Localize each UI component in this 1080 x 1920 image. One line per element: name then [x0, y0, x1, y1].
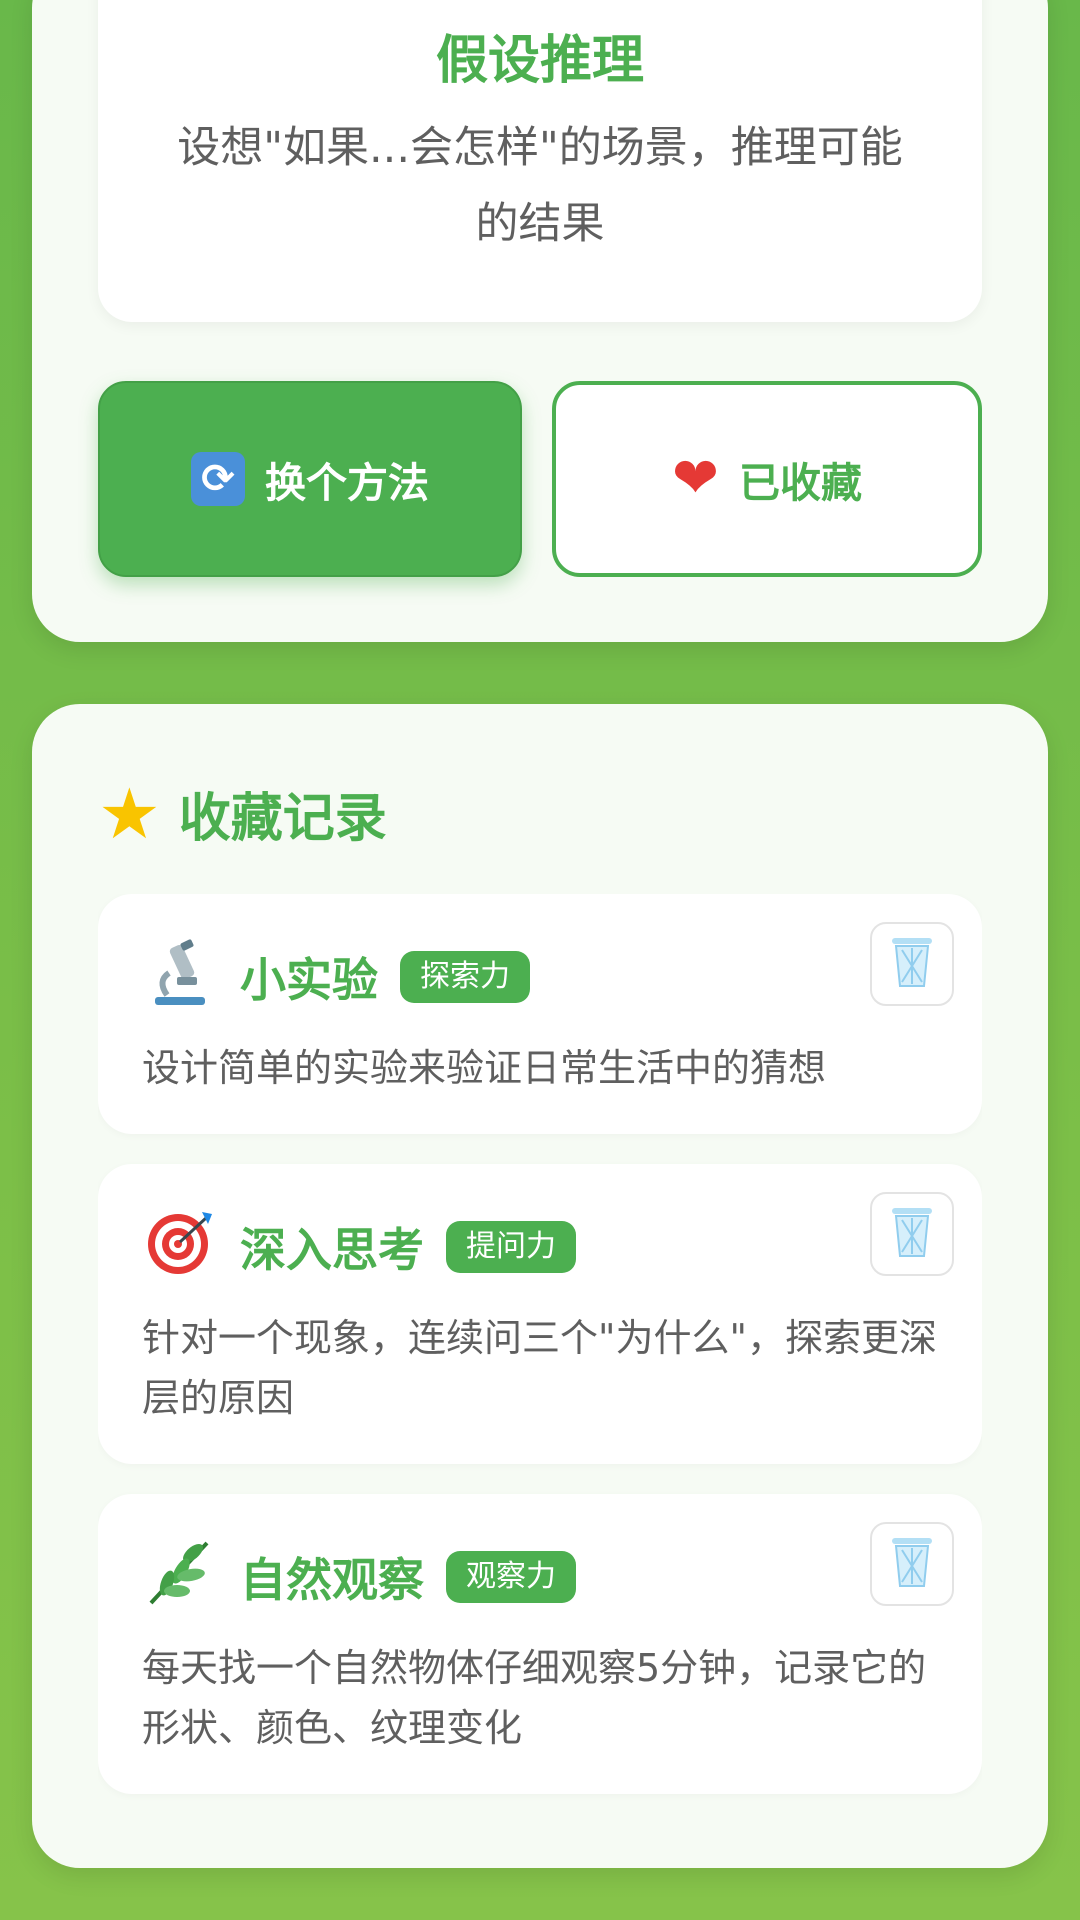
refresh-icon: ⟳ — [191, 452, 245, 506]
delete-button[interactable] — [870, 922, 954, 1006]
delete-button[interactable] — [870, 1192, 954, 1276]
item-description: 针对一个现象，连续问三个"为什么"，探索更深层的原因 — [142, 1316, 937, 1420]
star-icon: ★ — [98, 772, 161, 855]
microscope-icon — [142, 937, 218, 1017]
favorite-button[interactable]: ❤ 已收藏 — [552, 381, 982, 577]
item-name: 小实验 — [240, 953, 378, 1007]
item-header: 深入思考 提问力 — [142, 1212, 938, 1282]
favorites-title: 收藏记录 — [178, 789, 387, 849]
favorites-header: ★ 收藏记录 — [98, 776, 387, 851]
item-tag: 探索力 — [400, 951, 530, 1003]
leaf-icon — [142, 1537, 218, 1617]
favorite-label: 已收藏 — [738, 459, 862, 507]
item-tag: 观察力 — [446, 1551, 576, 1603]
item-name: 深入思考 — [240, 1223, 424, 1277]
item-header: 自然观察 观察力 — [142, 1541, 938, 1612]
item-tag: 提问力 — [446, 1221, 576, 1273]
trash-icon — [888, 1534, 936, 1594]
list-item: 自然观察 观察力 每天找一个自然物体仔细观察5分钟，记录它的形状、颜色、纹理变化 — [98, 1494, 982, 1794]
list-item: 深入思考 提问力 针对一个现象，连续问三个"为什么"，探索更深层的原因 — [98, 1164, 982, 1464]
delete-button[interactable] — [870, 1522, 954, 1606]
method-panel: 假设推理 设想"如果...会怎样"的场景，推理可能的结果 ⟳ 换个方法 ❤ 已收… — [32, 0, 1048, 642]
item-name: 自然观察 — [240, 1553, 424, 1607]
switch-method-label: 换个方法 — [265, 459, 429, 507]
switch-method-button[interactable]: ⟳ 换个方法 — [98, 381, 522, 577]
target-icon — [142, 1208, 218, 1286]
favorites-list[interactable]: 小实验 探索力 设计简单的实验来验证日常生活中的猜想 深入思考 提问力 针对一个… — [98, 894, 982, 1804]
method-title: 假设推理 — [435, 31, 644, 91]
method-description: 设想"如果...会怎样"的场景，推理可能的结果 — [177, 123, 903, 249]
trash-icon — [888, 1204, 936, 1264]
method-card: 假设推理 设想"如果...会怎样"的场景，推理可能的结果 — [98, 0, 982, 322]
list-item: 小实验 探索力 设计简单的实验来验证日常生活中的猜想 — [98, 894, 982, 1134]
favorites-panel: ★ 收藏记录 小实验 探索力 设计简单的实验来验证日常生活中的猜想 深入思考 提… — [32, 704, 1048, 1868]
item-description: 每天找一个自然物体仔细观察5分钟，记录它的形状、颜色、纹理变化 — [142, 1646, 927, 1750]
item-description: 设计简单的实验来验证日常生活中的猜想 — [142, 1046, 827, 1090]
item-header: 小实验 探索力 — [142, 939, 938, 1012]
trash-icon — [888, 934, 936, 994]
heart-icon: ❤ — [672, 446, 719, 511]
